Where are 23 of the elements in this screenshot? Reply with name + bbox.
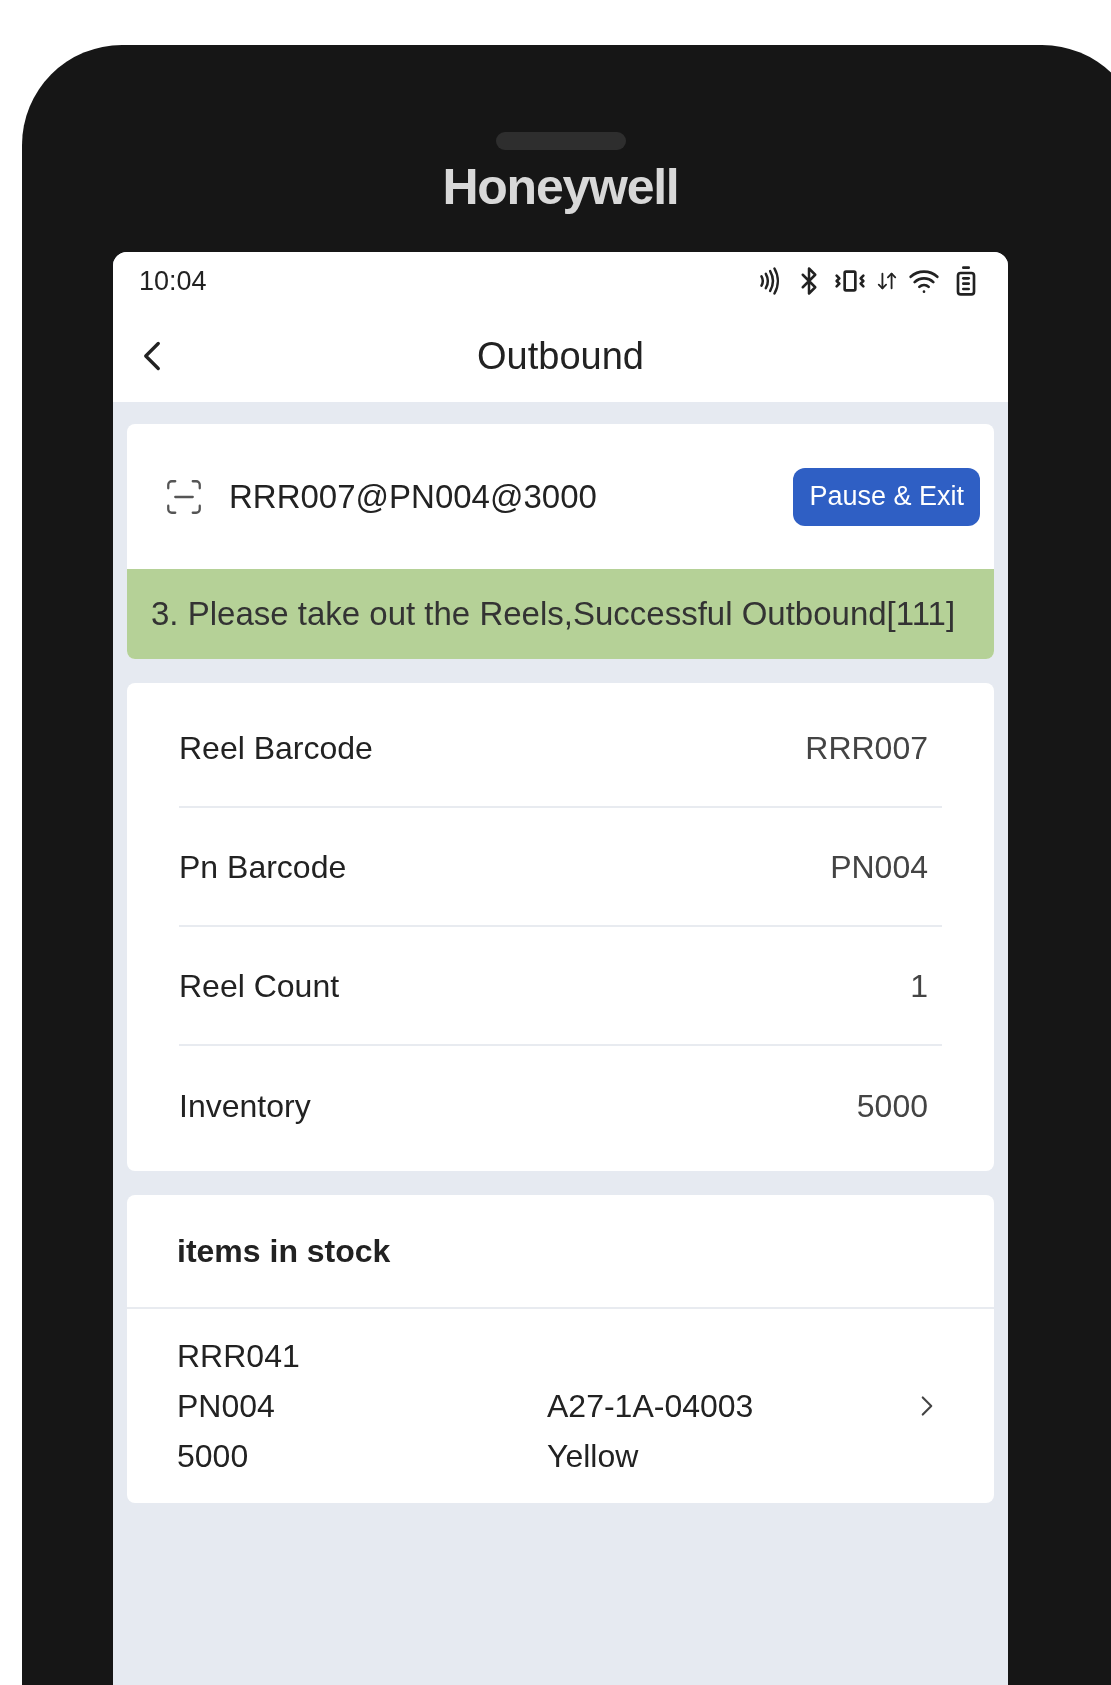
status-time: 10:04 [139,264,207,298]
stock-title: items in stock [177,1232,391,1271]
detail-value: 5000 [856,1086,928,1126]
scan-value: RRR007@PN004@3000 [229,476,597,517]
data-arrows-icon [876,270,898,292]
pause-exit-button[interactable]: Pause & Exit [793,467,980,526]
stock-item-text: PN004 [177,1387,276,1426]
detail-label: Reel Barcode [179,728,373,768]
detail-value: PN004 [830,847,928,887]
stock-item[interactable]: RRR041 PN004 5000 A27-1A-04003 Yellow [127,1309,994,1503]
detail-label: Inventory [179,1086,311,1126]
detail-value: RRR007 [805,728,928,768]
stock-item-text: 5000 [177,1437,250,1476]
page-title: Outbound [477,333,644,379]
detail-label: Pn Barcode [179,847,347,887]
message-banner: 3. Please take out the Reels,Successful Outbound[111] [127,569,994,659]
stock-item-text: Yellow [547,1437,640,1476]
detail-label: Reel Count [179,966,340,1006]
stock-item-text: RRR041 [177,1337,301,1376]
detail-value: 1 [910,966,928,1006]
brand-logo: Honeywell [442,162,679,212]
earpiece-icon [495,132,626,150]
stock-item-text: A27-1A-04003 [547,1387,754,1426]
